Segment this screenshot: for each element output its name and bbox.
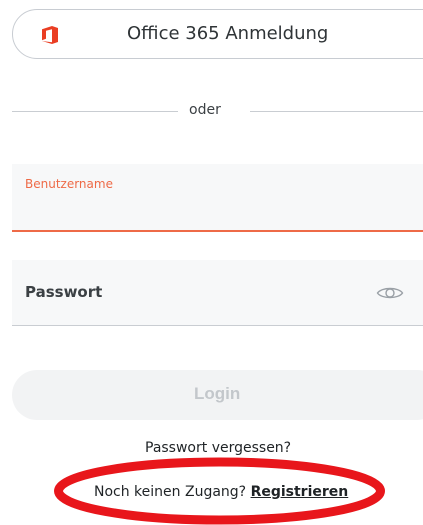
office-365-login-button[interactable]: Office 365 Anmeldung bbox=[12, 9, 423, 59]
login-page: Office 365 Anmeldung oder Benutzername P… bbox=[0, 0, 423, 525]
username-field[interactable]: Benutzername bbox=[12, 164, 423, 232]
office-365-login-label: Office 365 Anmeldung bbox=[127, 23, 329, 44]
register-line: Noch keinen Zugang? Registrieren bbox=[94, 484, 348, 500]
username-input[interactable] bbox=[25, 198, 395, 222]
password-input[interactable] bbox=[122, 280, 362, 304]
password-label: Passwort bbox=[25, 283, 103, 301]
register-link[interactable]: Registrieren bbox=[251, 484, 349, 500]
divider-line-left bbox=[12, 111, 178, 112]
login-button-label: Login bbox=[194, 384, 241, 403]
login-button[interactable]: Login bbox=[12, 370, 423, 420]
forgot-password-link[interactable]: Passwort vergessen? bbox=[145, 440, 291, 456]
password-field[interactable]: Passwort bbox=[12, 260, 423, 326]
divider-text: oder bbox=[189, 102, 221, 118]
register-prompt: Noch keinen Zugang? bbox=[94, 484, 247, 500]
eye-icon[interactable] bbox=[376, 284, 404, 302]
office-365-icon bbox=[42, 26, 58, 44]
divider-line-right bbox=[250, 111, 423, 112]
username-label: Benutzername bbox=[25, 177, 113, 191]
